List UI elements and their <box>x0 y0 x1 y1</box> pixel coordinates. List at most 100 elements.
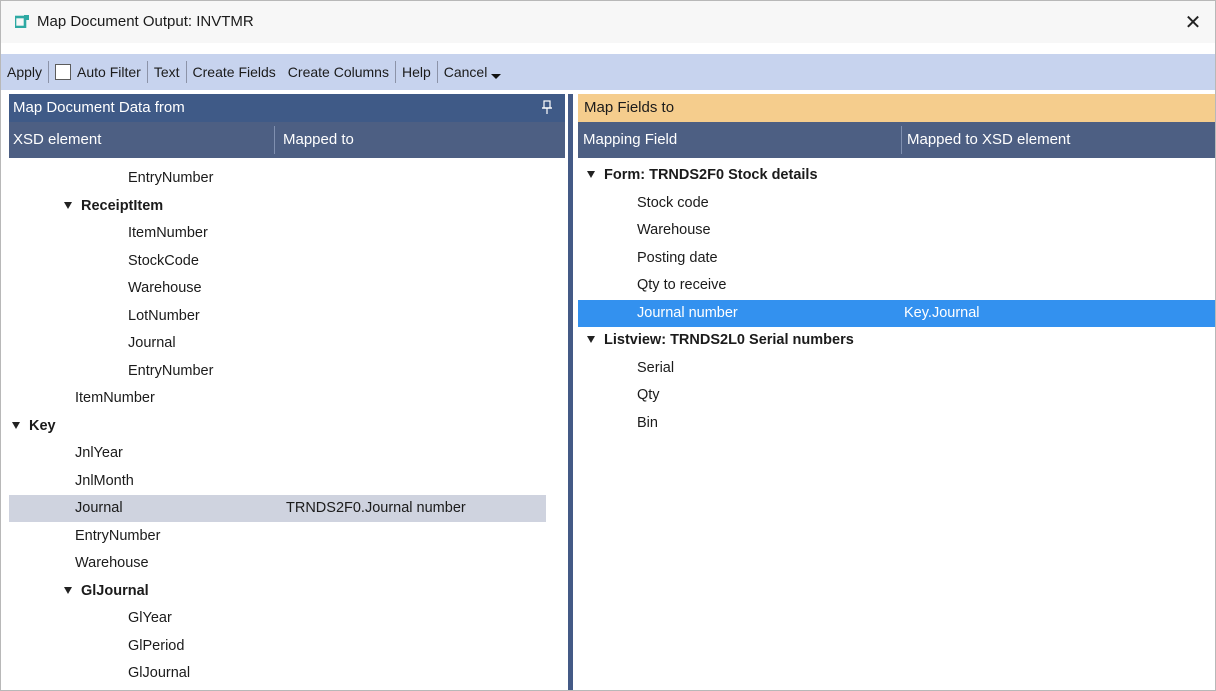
mapped-to-column[interactable]: Mapped to <box>283 131 354 148</box>
tree-row[interactable]: GlYear <box>9 605 546 632</box>
tree-row[interactable]: GlJournal <box>9 578 546 605</box>
tree-row-text: GlPeriod <box>128 637 185 654</box>
dropdown-arrow-icon <box>491 74 502 79</box>
column-divider[interactable] <box>274 126 275 154</box>
tree-row-text: ItemNumber <box>128 225 208 241</box>
left-pane-header: Map Document Data from <box>9 94 565 122</box>
tree-row-text: ReceiptItem <box>81 197 164 214</box>
mapping-field-text: Qty to receive <box>637 277 727 293</box>
tree-row-label: EntryNumber <box>128 363 213 379</box>
mapping-field-column[interactable]: Mapping Field <box>583 131 677 148</box>
tree-row[interactable]: Journal TRNDS2F0.Journal number <box>9 495 546 522</box>
tree-row-text: GlJournal <box>81 582 149 599</box>
tree-row[interactable]: Warehouse <box>9 275 546 302</box>
mapped-xsd-value: Key.Journal <box>904 304 980 321</box>
xsd-element-column[interactable]: XSD element <box>13 131 101 148</box>
mapping-field-row[interactable]: Warehouse <box>578 217 1215 244</box>
tree-row-label: Journal <box>128 335 176 351</box>
tree-row[interactable]: StockCode <box>9 248 546 275</box>
mapping-field-row[interactable]: Stock code <box>578 190 1215 217</box>
expand-triangle-icon[interactable] <box>64 586 72 594</box>
tree-row-label: Warehouse <box>75 555 149 571</box>
mapping-field-text: Form: TRNDS2F0 Stock details <box>604 167 818 183</box>
expand-triangle-icon[interactable] <box>587 336 595 343</box>
tree-row[interactable]: Warehouse <box>9 550 546 577</box>
mapping-field-row[interactable]: Bin <box>578 410 1215 437</box>
mapping-field-label: Stock code <box>637 195 709 211</box>
tree-row[interactable]: EntryNumber <box>9 358 546 385</box>
mapping-field-label: Listview: TRNDS2L0 Serial numbers <box>587 332 854 348</box>
mapping-field-text: Bin <box>637 414 658 431</box>
apply-button[interactable]: Apply <box>1 64 48 80</box>
auto-filter-label[interactable]: Auto Filter <box>71 64 147 80</box>
mapping-field-label: Form: TRNDS2F0 Stock details <box>587 167 818 183</box>
tree-row[interactable]: Journal <box>9 330 546 357</box>
tree-row[interactable]: JnlMonth <box>9 468 546 495</box>
right-pane-title: Map Fields to <box>584 99 675 116</box>
tree-row-label: GlPeriod <box>128 638 184 654</box>
expand-triangle-icon[interactable] <box>64 201 72 209</box>
tree-row[interactable]: ItemNumber <box>9 385 546 412</box>
mapping-field-text: Serial <box>637 359 675 376</box>
expand-triangle-icon[interactable] <box>12 421 20 429</box>
tree-row[interactable]: LotNumber <box>9 303 546 330</box>
right-pane-header: Map Fields to <box>578 94 1215 122</box>
mapping-field-label: Serial <box>637 360 674 376</box>
tree-row-text: GlYear <box>128 610 172 626</box>
mapped-to-xsd-column[interactable]: Mapped to XSD element <box>907 131 1070 148</box>
help-button[interactable]: Help <box>396 64 437 80</box>
mapping-field-text: Journal number <box>637 304 738 321</box>
pin-icon[interactable] <box>542 100 552 114</box>
tree-row[interactable]: Key <box>9 413 546 440</box>
tree-row[interactable]: ReceiptItem <box>9 193 546 220</box>
auto-filter-checkbox[interactable] <box>55 64 72 80</box>
tree-row-text: JnlYear <box>75 445 123 461</box>
mapping-field-label: Warehouse <box>637 222 711 238</box>
cancel-button[interactable]: Cancel <box>438 64 508 80</box>
right-column-header: Mapping Field Mapped to XSD element <box>578 122 1215 158</box>
tree-row-label: LotNumber <box>128 308 200 324</box>
tree-row-text: ItemNumber <box>75 390 155 406</box>
tree-row-text: Warehouse <box>75 555 149 571</box>
tree-row-label: Warehouse <box>128 280 202 296</box>
tree-row-label: EntryNumber <box>75 528 160 544</box>
tree-row[interactable]: JnlYear <box>9 440 546 467</box>
mapping-field-row[interactable]: Posting date <box>578 245 1215 272</box>
tree-row-text: LotNumber <box>128 307 200 324</box>
tree-row-label: ItemNumber <box>128 225 208 241</box>
mapping-field-text: Qty <box>637 387 660 403</box>
field-group-row[interactable]: Listview: TRNDS2L0 Serial numbers <box>578 327 1215 354</box>
mapping-field-label: Posting date <box>637 250 718 266</box>
tree-row[interactable]: GlJournal <box>9 660 546 687</box>
tree-row-text: Journal <box>75 500 123 516</box>
create-fields-button[interactable]: Create Fields <box>187 64 282 80</box>
tree-row[interactable]: EntryNumber <box>9 523 546 550</box>
pane-splitter[interactable] <box>568 94 573 690</box>
tree-row-label: StockCode <box>128 253 199 269</box>
field-group-row[interactable]: Form: TRNDS2F0 Stock details <box>578 162 1215 189</box>
map-document-output-dialog: Map Document Output: INVTMR ✕ Apply Auto… <box>0 0 1216 691</box>
tree-row[interactable]: GlPeriod <box>9 633 546 660</box>
right-pane: Map Fields to Mapping Field Mapped to XS… <box>578 94 1215 690</box>
column-divider[interactable] <box>901 126 902 154</box>
tree-row-label: ItemNumber <box>75 390 155 406</box>
expand-triangle-icon[interactable] <box>587 171 595 178</box>
mapping-field-row[interactable]: Journal number Key.Journal <box>578 299 1215 327</box>
tree-row-label: JnlYear <box>75 445 123 461</box>
mapping-field-row[interactable]: Qty to receive <box>578 272 1215 299</box>
tree-row[interactable]: EntryNumber <box>9 165 546 192</box>
tree-row-label: Key <box>12 418 56 434</box>
mapping-field-text: Warehouse <box>637 222 711 238</box>
close-button[interactable]: ✕ <box>1171 1 1215 43</box>
text-button[interactable]: Text <box>148 64 186 80</box>
create-columns-button[interactable]: Create Columns <box>282 64 395 80</box>
tree-row-text: Journal <box>128 335 176 351</box>
left-pane-title: Map Document Data from <box>13 99 185 116</box>
mapping-field-row[interactable]: Qty <box>578 382 1215 409</box>
tree-row[interactable]: ItemNumber <box>9 220 546 247</box>
mapping-field-row[interactable]: Serial <box>578 355 1215 382</box>
tree-row-label: ReceiptItem <box>64 198 163 214</box>
mapping-field-text: Stock code <box>637 194 709 211</box>
tree-row-label: GlJournal <box>64 583 149 599</box>
mapping-field-label: Qty <box>637 387 660 403</box>
